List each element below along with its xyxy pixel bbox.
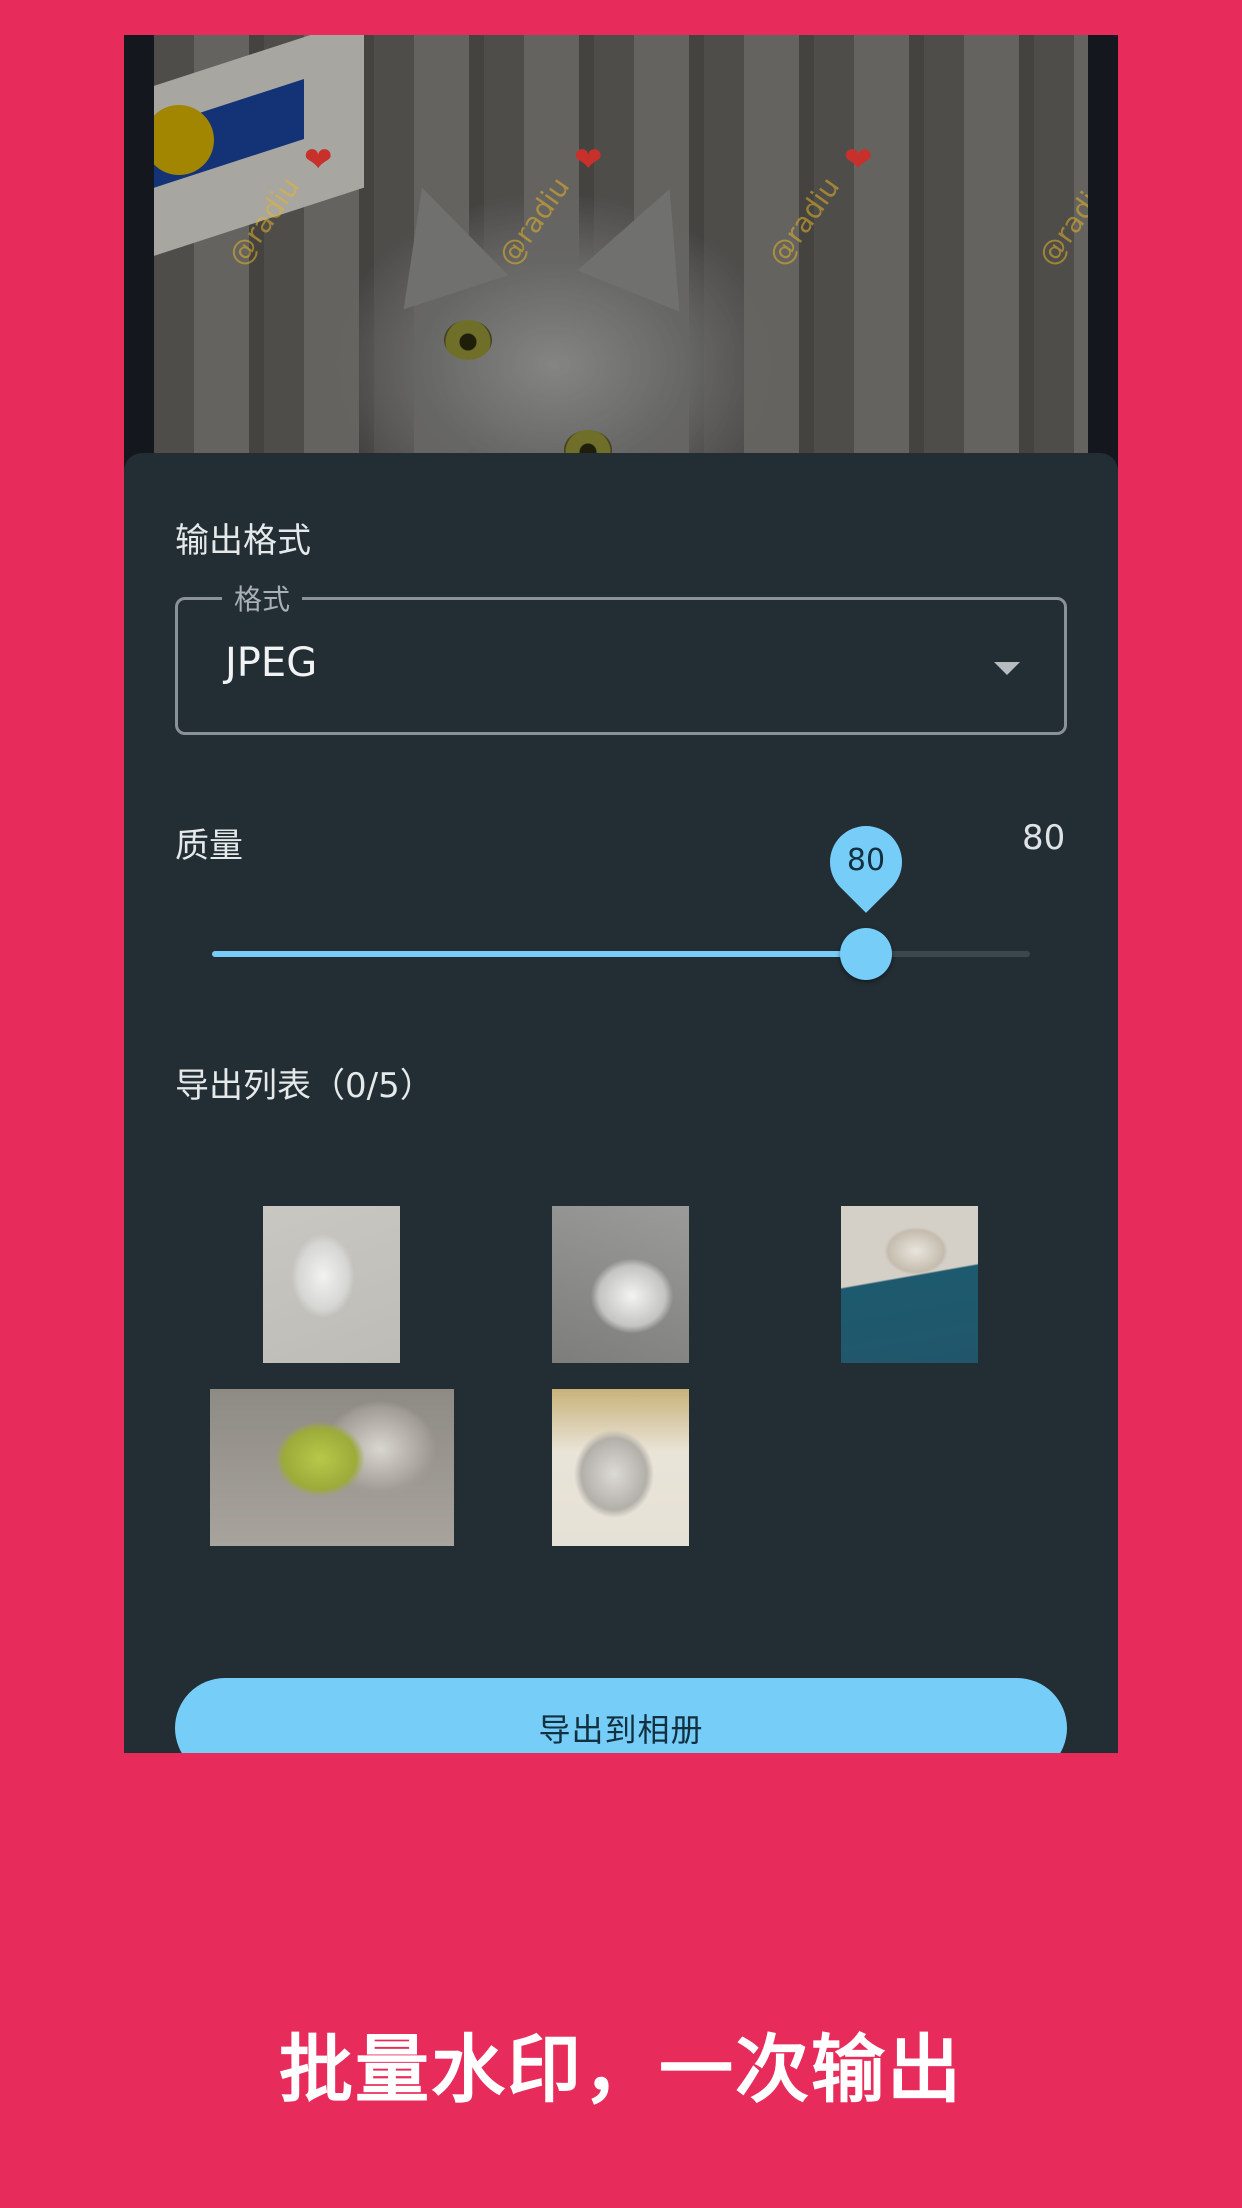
export-thumbnail-1[interactable]	[263, 1206, 400, 1363]
format-selected-value: JPEG	[225, 640, 318, 686]
quality-value: 80	[1022, 818, 1066, 858]
quality-slider[interactable]: 80	[212, 811, 1030, 980]
export-thumbnail-4[interactable]	[210, 1389, 454, 1546]
export-thumbnail-3[interactable]	[841, 1206, 978, 1363]
quality-slider-fill	[212, 951, 866, 957]
dropdown-arrow-icon	[994, 662, 1020, 675]
quality-slider-bubble-text: 80	[846, 843, 886, 878]
quality-label: 质量	[175, 826, 243, 866]
export-to-album-button[interactable]: 导出到相册	[175, 1678, 1067, 1753]
promo-caption: 批量水印，一次输出	[279, 2027, 963, 2113]
heart-icon: ❤	[574, 140, 603, 180]
heart-icon: ❤	[304, 140, 333, 180]
watermark-preview-image[interactable]: ❤ ❤ ❤ @radiu @radiu @radiu @radiu	[154, 35, 1088, 455]
export-thumbnail-2[interactable]	[552, 1206, 689, 1363]
quality-slider-handle[interactable]	[840, 928, 892, 980]
format-field-label: 格式	[222, 578, 303, 618]
heart-icon: ❤	[844, 140, 873, 180]
export-settings-sheet: 输出格式 格式 JPEG 质量 80 80 导出列表（0/5） 导出到相册	[124, 453, 1118, 1753]
output-format-title: 输出格式	[175, 521, 311, 561]
export-thumbnail-5[interactable]	[552, 1389, 689, 1546]
format-dropdown[interactable]: 格式 JPEG	[175, 578, 1067, 735]
app-screen: ❤ ❤ ❤ @radiu @radiu @radiu @radiu 输出格式 格…	[124, 35, 1118, 1753]
preview-dim-overlay	[154, 35, 1088, 455]
export-list-title: 导出列表（0/5）	[175, 1066, 434, 1106]
